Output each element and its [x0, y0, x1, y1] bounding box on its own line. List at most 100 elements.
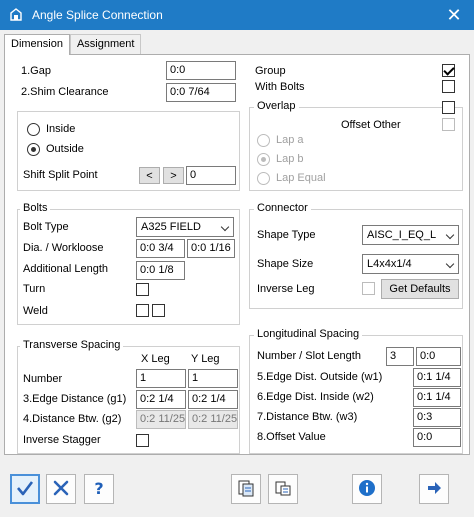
lap-a-label: Lap a — [276, 134, 304, 146]
additional-length-input[interactable]: 0:0 1/8 — [136, 261, 185, 280]
bolt-type-label: Bolt Type — [23, 221, 69, 233]
dia-workloose-label: Dia. / Workloose — [23, 242, 104, 254]
edge-distance-x-input[interactable]: 0:2 1/4 — [136, 390, 186, 409]
shift-next-button[interactable]: > — [163, 167, 184, 184]
transverse-spacing-title: Transverse Spacing — [20, 339, 124, 351]
distance-btw-w3-label: 7.Distance Btw. (w3) — [257, 411, 358, 423]
slot-length-input[interactable]: 0:0 — [416, 347, 461, 366]
workloose-input[interactable]: 0:0 1/16 — [187, 239, 235, 258]
shift-split-point-label: Shift Split Point — [23, 169, 98, 181]
inverse-leg-checkbox[interactable] — [362, 282, 375, 295]
info-icon — [358, 479, 376, 500]
lap-b-radio[interactable] — [257, 153, 270, 166]
shim-clearance-input[interactable]: 0:0 7/64 — [166, 83, 236, 102]
tab-assignment[interactable]: Assignment — [69, 34, 142, 54]
longitudinal-spacing-title: Longitudinal Spacing — [254, 328, 363, 340]
turn-label: Turn — [23, 283, 46, 295]
help-button[interactable]: ? — [84, 474, 114, 504]
cancel-x-icon — [52, 479, 70, 500]
edge-distance-g1-label: 3.Edge Distance (g1) — [23, 393, 127, 405]
offset-value-label: 8.Offset Value — [257, 431, 326, 443]
weld-checkbox-2[interactable] — [152, 304, 165, 317]
offset-value-input[interactable]: 0:0 — [413, 428, 461, 447]
bolt-type-select[interactable]: A325 FIELD — [136, 217, 234, 237]
inverse-leg-label: Inverse Leg — [257, 283, 315, 295]
apply-arrow-icon — [425, 479, 443, 500]
group-checkbox[interactable] — [442, 64, 455, 77]
edge-dist-inside-input[interactable]: 0:1 1/4 — [413, 388, 461, 407]
chevron-down-icon — [445, 230, 455, 240]
lap-a-radio[interactable] — [257, 134, 270, 147]
ok-button[interactable] — [10, 474, 40, 504]
additional-length-label: Additional Length — [23, 263, 109, 275]
inverse-stagger-label: Inverse Stagger — [23, 434, 101, 446]
lap-b-label: Lap b — [276, 153, 304, 165]
number-slot-length-label: Number / Slot Length — [257, 350, 361, 362]
weld-checkbox-1[interactable] — [136, 304, 149, 317]
shim-clearance-label: 2.Shim Clearance — [21, 86, 109, 98]
shape-type-label: Shape Type — [257, 229, 316, 241]
tab-dimension[interactable]: Dimension — [4, 34, 70, 55]
shape-size-value: L4x4x1/4 — [367, 258, 412, 270]
checkmark-icon — [16, 479, 34, 500]
shape-size-label: Shape Size — [257, 258, 314, 270]
shape-type-select[interactable]: AISC_I_EQ_L — [362, 225, 459, 245]
outside-radio[interactable] — [27, 143, 40, 156]
distance-btw-w3-input[interactable]: 0:3 — [413, 408, 461, 427]
tab-bar: Dimension Assignment — [4, 34, 142, 55]
clipboard-icon — [274, 479, 292, 500]
offset-other-label: Offset Other — [341, 119, 401, 131]
get-defaults-button[interactable]: Get Defaults — [381, 279, 459, 299]
turn-checkbox[interactable] — [136, 283, 149, 296]
y-leg-header: Y Leg — [191, 353, 220, 365]
bolts-title: Bolts — [20, 202, 51, 214]
edge-dist-outside-input[interactable]: 0:1 1/4 — [413, 368, 461, 387]
cancel-button[interactable] — [46, 474, 76, 504]
edge-dist-outside-label: 5.Edge Dist. Outside (w1) — [257, 371, 383, 383]
weld-label: Weld — [23, 305, 48, 317]
close-icon[interactable]: ✕ — [434, 0, 474, 30]
shape-type-value: AISC_I_EQ_L — [367, 229, 437, 241]
svg-text:?: ? — [94, 479, 103, 497]
edge-dist-inside-label: 6.Edge Dist. Inside (w2) — [257, 391, 374, 403]
distance-btw-g2-label: 4.Distance Btw. (g2) — [23, 413, 122, 425]
gap-label: 1.Gap — [21, 65, 51, 77]
outside-label: Outside — [46, 143, 84, 155]
edge-distance-y-input[interactable]: 0:2 1/4 — [188, 390, 238, 409]
gap-input[interactable]: 0:0 — [166, 61, 236, 80]
chevron-down-icon — [220, 222, 230, 232]
info-button[interactable] — [352, 474, 382, 504]
transverse-number-label: Number — [23, 373, 63, 385]
longitudinal-number-input[interactable]: 3 — [386, 347, 414, 366]
copy-button[interactable] — [231, 474, 261, 504]
inside-label: Inside — [46, 123, 76, 135]
transverse-number-y-input[interactable]: 1 — [188, 369, 238, 388]
connector-title: Connector — [254, 202, 311, 214]
transverse-number-x-input[interactable]: 1 — [136, 369, 186, 388]
paste-button[interactable] — [268, 474, 298, 504]
with-bolts-checkbox[interactable] — [442, 80, 455, 93]
x-leg-header: X Leg — [141, 353, 170, 365]
lap-equal-label: Lap Equal — [276, 172, 326, 184]
shape-size-select[interactable]: L4x4x1/4 — [362, 254, 459, 274]
question-mark-icon: ? — [90, 479, 108, 500]
document-copy-icon — [237, 479, 255, 500]
offset-other-checkbox[interactable] — [442, 118, 455, 131]
group-label: Group — [255, 65, 286, 77]
inverse-stagger-checkbox[interactable] — [136, 434, 149, 447]
inside-radio[interactable] — [27, 123, 40, 136]
dia-input[interactable]: 0:0 3/4 — [136, 239, 185, 258]
chevron-down-icon — [445, 259, 455, 269]
apply-button[interactable] — [419, 474, 449, 504]
distance-btw-x-input[interactable]: 0:2 11/256 — [136, 410, 186, 429]
distance-btw-y-input[interactable]: 0:2 11/256 — [188, 410, 238, 429]
title-bar: Angle Splice Connection ✕ — [0, 0, 474, 30]
app-icon — [8, 7, 24, 23]
window-title: Angle Splice Connection — [32, 8, 163, 22]
shift-split-input[interactable]: 0 — [186, 166, 236, 185]
bolt-type-value: A325 FIELD — [141, 221, 201, 233]
overlap-checkbox[interactable] — [442, 101, 455, 114]
shift-prev-button[interactable]: < — [139, 167, 160, 184]
lap-equal-radio[interactable] — [257, 172, 270, 185]
dimension-panel: 1.Gap 0:0 2.Shim Clearance 0:0 7/64 Insi… — [4, 54, 470, 455]
